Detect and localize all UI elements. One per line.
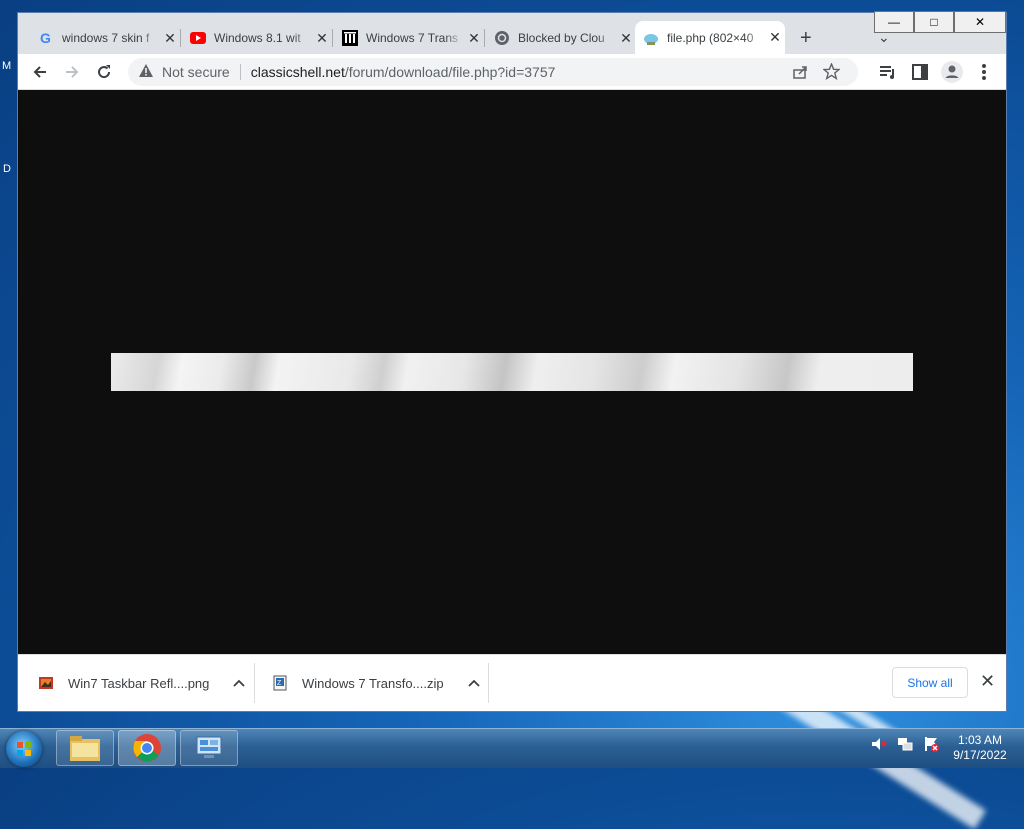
tab-divider <box>484 29 485 47</box>
browser-toolbar: Not secure classicshell.net/forum/downlo… <box>18 54 1006 90</box>
new-tab-button[interactable]: + <box>800 27 812 50</box>
url-domain: classicshell.net <box>250 64 345 80</box>
download-filename: Win7 Taskbar Refl....png <box>68 675 210 691</box>
page-viewport <box>18 90 1006 654</box>
menu-button[interactable] <box>972 60 996 84</box>
browser-window: G windows 7 skin f ✕ Windows 8.1 wit ✕ W… <box>17 11 1007 712</box>
clock-date: 9/17/2022 <box>953 748 1007 762</box>
avatar-icon <box>941 61 963 83</box>
tab-title: Windows 7 Trans <box>366 31 459 45</box>
control-panel-icon <box>196 736 222 758</box>
tab-youtube[interactable]: Windows 8.1 wit ✕ <box>182 23 332 53</box>
tab-close-button[interactable]: ✕ <box>160 30 180 47</box>
side-panel-icon <box>912 64 928 80</box>
chrome-icon <box>133 734 161 762</box>
tab-close-button[interactable]: ✕ <box>616 30 636 47</box>
close-download-shelf-button[interactable]: ✕ <box>980 671 995 692</box>
taskbar-file-explorer[interactable] <box>56 730 114 766</box>
taskbar: 1:03 AM 9/17/2022 <box>0 728 1024 768</box>
tab-divider <box>180 29 181 47</box>
windows-logo-icon <box>17 742 31 756</box>
playlist-icon <box>880 66 894 79</box>
tab-close-button[interactable]: ✕ <box>765 29 785 46</box>
download-item[interactable]: Win7 Taskbar Refl....png <box>38 655 246 711</box>
desktop-icon-label[interactable]: D <box>3 163 11 175</box>
kebab-menu-icon <box>982 64 986 80</box>
download-item[interactable]: Z Windows 7 Transfo....zip <box>272 655 480 711</box>
taskbar-control-panel[interactable] <box>180 730 238 766</box>
omnibox-divider <box>239 64 241 80</box>
museum-icon <box>342 30 358 46</box>
bookmark-star-icon[interactable] <box>822 62 841 83</box>
maximize-button[interactable]: □ <box>914 11 954 33</box>
reading-list-button[interactable] <box>876 60 900 84</box>
profile-button[interactable] <box>940 60 964 84</box>
tab-windows7-trans[interactable]: Windows 7 Trans ✕ <box>334 23 484 53</box>
image-icon <box>643 30 659 46</box>
window-controls: — □ ✕ <box>874 11 1006 33</box>
tab-google[interactable]: G windows 7 skin f ✕ <box>30 23 180 53</box>
png-file-icon <box>38 675 54 691</box>
side-panel-button[interactable] <box>908 60 932 84</box>
warning-icon[interactable] <box>138 63 156 82</box>
download-divider <box>488 663 489 703</box>
download-divider <box>254 663 255 703</box>
forward-arrow-icon <box>66 66 79 78</box>
desktop-icon-label[interactable]: M <box>2 60 11 72</box>
address-bar[interactable]: Not secure classicshell.net/forum/downlo… <box>128 58 858 86</box>
taskbar-chrome[interactable] <box>118 730 176 766</box>
tab-file-php[interactable]: file.php (802×40 ✕ <box>635 21 785 54</box>
action-center-icon[interactable] <box>922 735 940 753</box>
download-filename: Windows 7 Transfo....zip <box>302 675 444 691</box>
tab-title: windows 7 skin f <box>62 31 150 45</box>
svg-text:G: G <box>40 30 51 46</box>
tab-close-button[interactable]: ✕ <box>464 30 484 47</box>
start-button[interactable] <box>6 731 42 767</box>
tab-blocked[interactable]: Blocked by Clou ✕ <box>486 23 636 53</box>
tab-title: Blocked by Clou <box>518 31 605 45</box>
volume-muted-icon[interactable] <box>870 735 888 753</box>
forward-button[interactable] <box>60 60 84 84</box>
youtube-icon <box>190 30 206 46</box>
network-icon[interactable] <box>896 735 914 753</box>
clock-time: 1:03 AM <box>957 733 1003 747</box>
chevron-up-icon[interactable] <box>467 676 480 690</box>
displayed-image[interactable] <box>111 353 913 391</box>
url-text[interactable]: classicshell.net/forum/download/file.php… <box>251 64 556 80</box>
close-window-button[interactable]: ✕ <box>954 11 1006 33</box>
folder-icon <box>70 736 100 761</box>
back-button[interactable] <box>28 60 52 84</box>
tab-title: file.php (802×40 <box>667 30 754 45</box>
globe-icon <box>494 30 510 46</box>
url-path: /forum/download/file.php?id=3757 <box>344 64 556 80</box>
chevron-up-icon[interactable] <box>233 676 246 690</box>
tab-divider <box>332 29 333 47</box>
google-icon: G <box>38 30 54 46</box>
back-arrow-icon <box>33 66 46 78</box>
reload-button[interactable] <box>92 60 116 84</box>
tab-title: Windows 8.1 wit <box>214 31 301 45</box>
reload-icon <box>98 65 111 79</box>
share-icon[interactable] <box>792 64 808 83</box>
tab-close-button[interactable]: ✕ <box>312 30 332 47</box>
show-all-downloads-button[interactable]: Show all <box>892 667 968 698</box>
security-status[interactable]: Not secure <box>162 64 230 80</box>
download-shelf: Win7 Taskbar Refl....png Z Windows 7 Tra… <box>18 654 1006 711</box>
svg-text:Z: Z <box>277 680 282 687</box>
minimize-button[interactable]: — <box>874 11 914 33</box>
system-tray <box>870 735 940 753</box>
system-clock[interactable]: 1:03 AM 9/17/2022 <box>945 733 1015 763</box>
zip-file-icon: Z <box>272 675 288 691</box>
